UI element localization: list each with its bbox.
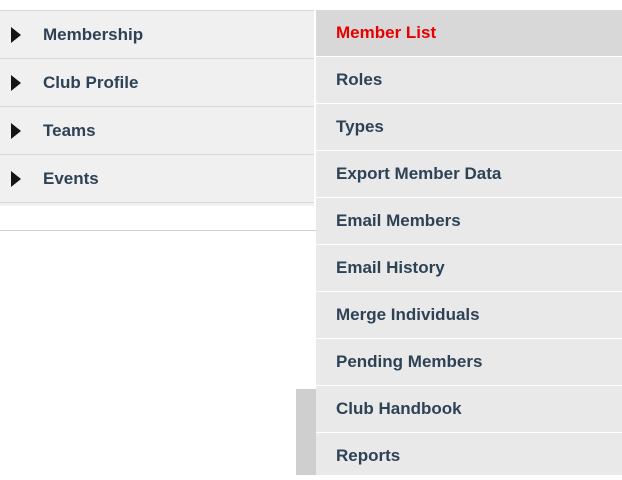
menu-item-label: Membership xyxy=(43,24,144,44)
menu-item-events[interactable]: Events xyxy=(0,155,314,203)
menu-item-membership[interactable]: Membership xyxy=(0,11,314,59)
membership-submenu: Member List Roles Types Export Member Da… xyxy=(316,10,622,480)
submenu-item-pending-members[interactable]: Pending Members xyxy=(316,339,622,386)
submenu-item-member-list[interactable]: Member List xyxy=(316,10,622,57)
submenu-item-club-handbook[interactable]: Club Handbook xyxy=(316,386,622,433)
submenu-item-export-member-data[interactable]: Export Member Data xyxy=(316,151,622,198)
submenu-item-email-history[interactable]: Email History xyxy=(316,245,622,292)
menu-item-label: Events xyxy=(43,168,99,188)
submenu-item-reports[interactable]: Reports xyxy=(316,433,622,480)
menu-divider xyxy=(0,230,316,231)
menu-item-label: Club Profile xyxy=(43,72,139,92)
triangle-right-icon xyxy=(11,122,21,139)
triangle-right-icon xyxy=(11,26,21,43)
menu-item-label: Teams xyxy=(43,120,96,140)
menu-item-club-profile[interactable]: Club Profile xyxy=(0,59,314,107)
triangle-right-icon xyxy=(11,74,21,91)
submenu-item-merge-individuals[interactable]: Merge Individuals xyxy=(316,292,622,339)
submenu-item-roles[interactable]: Roles xyxy=(316,57,622,104)
submenu-shadow xyxy=(296,389,316,475)
submenu-item-types[interactable]: Types xyxy=(316,104,622,151)
submenu-item-email-members[interactable]: Email Members xyxy=(316,198,622,245)
triangle-right-icon xyxy=(11,170,21,187)
menu-item-teams[interactable]: Teams xyxy=(0,107,314,155)
primary-menu: Membership Club Profile Teams Events xyxy=(0,10,314,206)
